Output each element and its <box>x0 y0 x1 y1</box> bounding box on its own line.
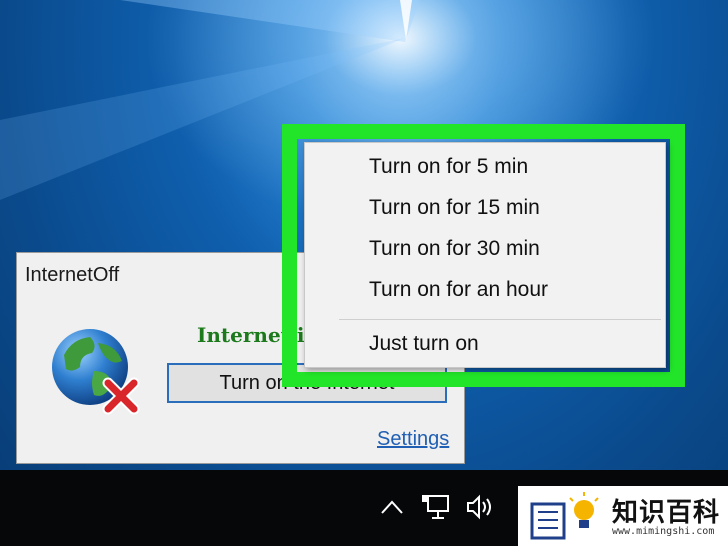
chevron-up-icon[interactable] <box>375 490 409 524</box>
menu-separator <box>339 319 661 320</box>
book-lightbulb-icon <box>530 492 599 540</box>
watermark-url: www.mimingshi.com <box>612 526 715 537</box>
menu-item-30-min[interactable]: Turn on for 30 min <box>369 237 540 261</box>
menu-item-15-min[interactable]: Turn on for 15 min <box>369 196 540 220</box>
context-menu: Turn on for 5 min Turn on for 15 min Tur… <box>304 142 666 368</box>
watermark-title: 知识百科 <box>612 498 721 528</box>
window-title: InternetOff <box>25 264 120 286</box>
settings-link[interactable]: Settings <box>377 428 449 451</box>
volume-icon[interactable] <box>464 490 498 524</box>
watermark: 知识百科 www.mimingshi.com <box>518 486 728 546</box>
menu-item-an-hour[interactable]: Turn on for an hour <box>369 278 548 302</box>
menu-item-just-turn-on[interactable]: Just turn on <box>369 332 479 356</box>
globe-icon <box>50 325 142 417</box>
network-icon[interactable] <box>418 490 452 524</box>
menu-item-5-min[interactable]: Turn on for 5 min <box>369 155 528 179</box>
